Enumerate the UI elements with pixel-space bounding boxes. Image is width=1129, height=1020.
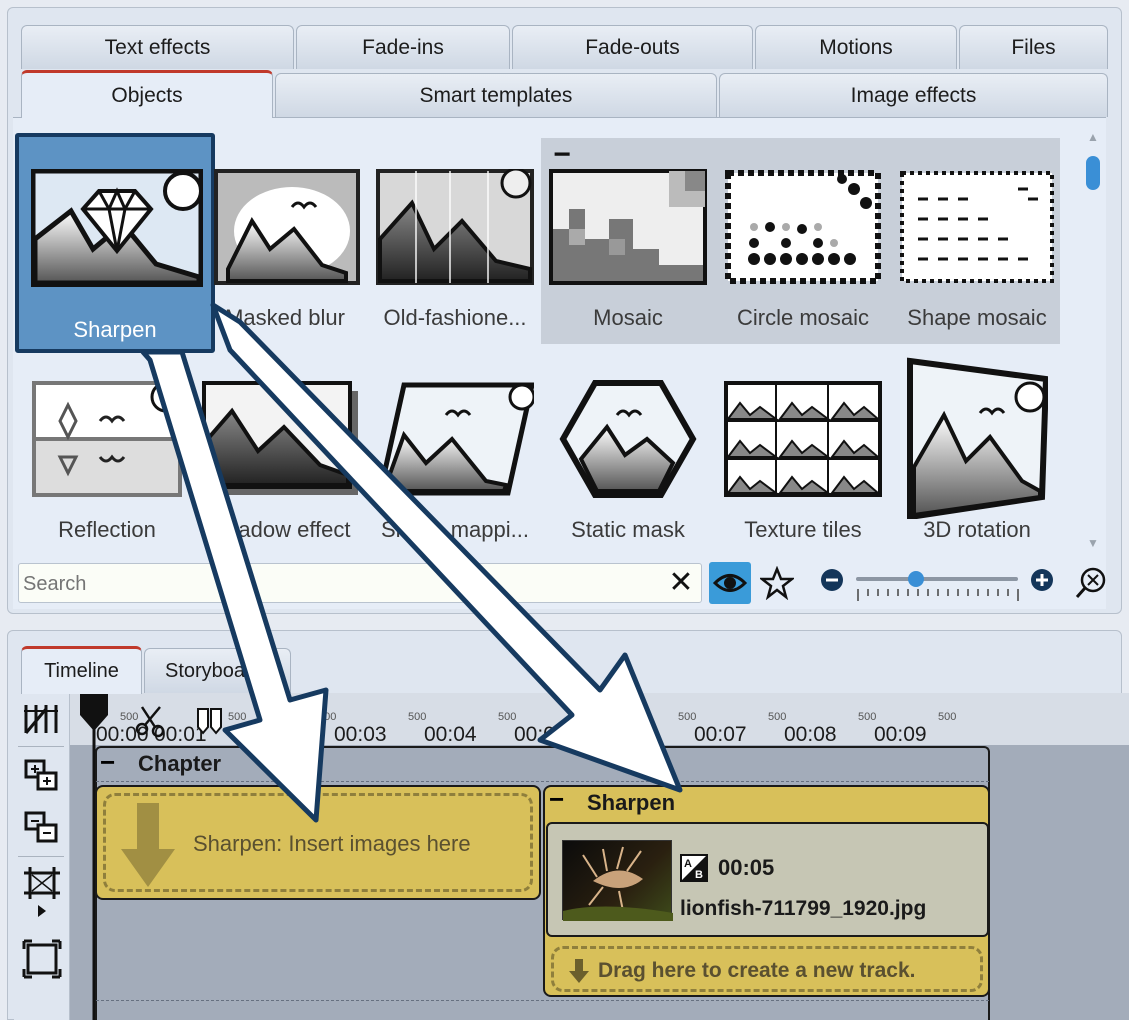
- chapter-title: Chapter: [138, 751, 222, 776]
- sharpen-collapse-button[interactable]: −: [549, 786, 564, 812]
- masked-blur-icon: [214, 169, 360, 285]
- reflection-icon: [32, 381, 182, 497]
- tab-timeline[interactable]: Timeline: [21, 646, 142, 694]
- timeline-toolbar: [14, 693, 70, 1020]
- tab-text-effects[interactable]: Text effects: [21, 25, 294, 69]
- ruler-time: 00:04: [424, 723, 477, 746]
- effect-tile-sharpen[interactable]: Sharpen: [15, 133, 215, 353]
- effect-tile-texture-tiles[interactable]: Texture tiles: [718, 345, 888, 555]
- effect-label: 3D rotation: [923, 517, 1031, 542]
- effect-tile-shape-mosaic[interactable]: Shape mosaic: [892, 133, 1062, 343]
- effect-label: Mosaic: [593, 305, 663, 330]
- lionfish-thumbnail: [563, 846, 673, 921]
- ruler-time: 00:08: [784, 723, 837, 746]
- effect-label: Old-fashione...: [383, 305, 527, 330]
- mosaic-icon: [549, 169, 707, 285]
- effect-tile-shadow-effect[interactable]: Shadow effect: [196, 345, 366, 555]
- arrow-down-icon: [569, 959, 589, 983]
- tab-smart-templates[interactable]: Smart templates: [275, 73, 717, 117]
- shadow-effect-icon: [202, 381, 358, 495]
- tab-fade-ins[interactable]: Fade-ins: [296, 25, 510, 69]
- effect-label: Reflection: [58, 517, 156, 542]
- texture-tiles-icon: [724, 381, 882, 497]
- search-box[interactable]: ✕: [18, 563, 702, 603]
- insert-placeholder-text: Sharpen: Insert images here: [193, 831, 471, 856]
- 3d-rotation-icon: [907, 357, 1048, 519]
- shape-mapping-icon: [376, 382, 534, 496]
- scroll-up-icon[interactable]: ▲: [1087, 130, 1099, 144]
- app-window: { "tabs_row1":["Text effects","Fade-ins"…: [0, 0, 1129, 1020]
- effect-tile-shape-mapping[interactable]: Shape mappi...: [370, 345, 540, 555]
- effect-label: Texture tiles: [744, 517, 862, 542]
- eye-icon: [712, 574, 748, 592]
- insert-images-dropzone[interactable]: Sharpen: Insert images here: [95, 785, 541, 900]
- remove-track-icon[interactable]: [22, 809, 62, 845]
- tab-image-effects[interactable]: Image effects: [719, 73, 1108, 117]
- zoom-slider-track[interactable]: [856, 577, 1018, 581]
- clear-search-icon[interactable]: ✕: [665, 566, 697, 600]
- star-icon[interactable]: [760, 566, 794, 600]
- add-track-icon[interactable]: [22, 757, 62, 793]
- clip-thumbnail: [562, 840, 673, 921]
- effect-label: Shape mappi...: [381, 517, 529, 542]
- old-fashioned-icon: [376, 169, 534, 285]
- tab-fade-outs[interactable]: Fade-outs: [512, 25, 753, 69]
- effect-tile-mosaic[interactable]: Mosaic: [543, 133, 713, 343]
- image-clip[interactable]: AB 00:05 lionfish-711799_1920.jpg: [546, 822, 989, 937]
- svg-text:A: A: [684, 858, 692, 870]
- clip-filename: lionfish-711799_1920.jpg: [680, 897, 927, 920]
- timeline-ruler[interactable]: 500 500 500 500 500 500 500 500 500 00:0…: [70, 693, 1129, 746]
- shape-mosaic-icon: [900, 171, 1054, 283]
- tab-motions[interactable]: Motions: [755, 25, 957, 69]
- sharpen-track-title: Sharpen: [587, 790, 676, 815]
- circle-mosaic-icon: [725, 170, 881, 284]
- ruler-time: 00:07: [694, 723, 747, 746]
- effect-label: Shape mosaic: [907, 305, 1047, 330]
- effect-tile-static-mask[interactable]: Static mask: [543, 345, 713, 555]
- ruler-time: 00:03: [334, 723, 387, 746]
- effect-label: Circle mosaic: [736, 305, 870, 330]
- tab-files[interactable]: Files: [959, 25, 1108, 69]
- expand-all-icon[interactable]: [22, 939, 62, 979]
- ruler-time: 00:09: [874, 723, 927, 746]
- fit-to-timeline-icon[interactable]: [22, 865, 62, 921]
- scroll-thumb[interactable]: [1086, 156, 1100, 190]
- search-input[interactable]: [23, 570, 663, 598]
- static-mask-icon: [559, 380, 697, 498]
- scissors-icon[interactable]: [134, 703, 168, 739]
- sharpen-icon: [31, 169, 203, 287]
- effect-label: Shadow effect: [211, 517, 351, 542]
- tab-storyboard[interactable]: Storyboard: [144, 648, 291, 694]
- marker-icon[interactable]: [195, 707, 225, 735]
- effect-label: Masked blur: [225, 305, 345, 330]
- zoom-fit-icon[interactable]: [1074, 566, 1108, 600]
- ruler-time: 00:0: [514, 723, 555, 746]
- clip-duration: 00:05: [718, 855, 775, 880]
- zoom-slider-handle[interactable]: [908, 571, 924, 587]
- visibility-toggle-button[interactable]: [709, 562, 751, 604]
- effect-label: Sharpen: [73, 317, 157, 342]
- effect-tile-reflection[interactable]: Reflection: [22, 345, 192, 555]
- tab-objects[interactable]: Objects: [21, 70, 273, 118]
- split-tracks-icon[interactable]: [22, 701, 62, 737]
- svg-text:B: B: [695, 869, 703, 881]
- zoom-in-icon[interactable]: [1030, 568, 1054, 592]
- new-track-hint: Drag here to create a new track.: [598, 959, 916, 982]
- arrow-down-icon: [121, 803, 175, 887]
- effects-scrollbar[interactable]: ▲ ▼: [1086, 130, 1100, 552]
- effect-tile-circle-mosaic[interactable]: Circle mosaic: [718, 133, 888, 343]
- transition-ab-icon[interactable]: AB: [680, 854, 708, 882]
- zoom-slider-ticks: [857, 589, 1019, 601]
- effect-tile-old-fashioned[interactable]: Old-fashione...: [370, 133, 540, 343]
- new-track-dropzone[interactable]: Drag here to create a new track.: [551, 946, 983, 992]
- zoom-out-icon[interactable]: [820, 568, 844, 592]
- effect-tile-masked-blur[interactable]: Masked blur: [200, 133, 370, 343]
- effect-tile-3d-rotation[interactable]: 3D rotation: [892, 345, 1062, 555]
- effect-label: Static mask: [571, 517, 685, 542]
- chapter-collapse-button[interactable]: −: [100, 749, 115, 775]
- scroll-down-icon[interactable]: ▼: [1087, 536, 1099, 550]
